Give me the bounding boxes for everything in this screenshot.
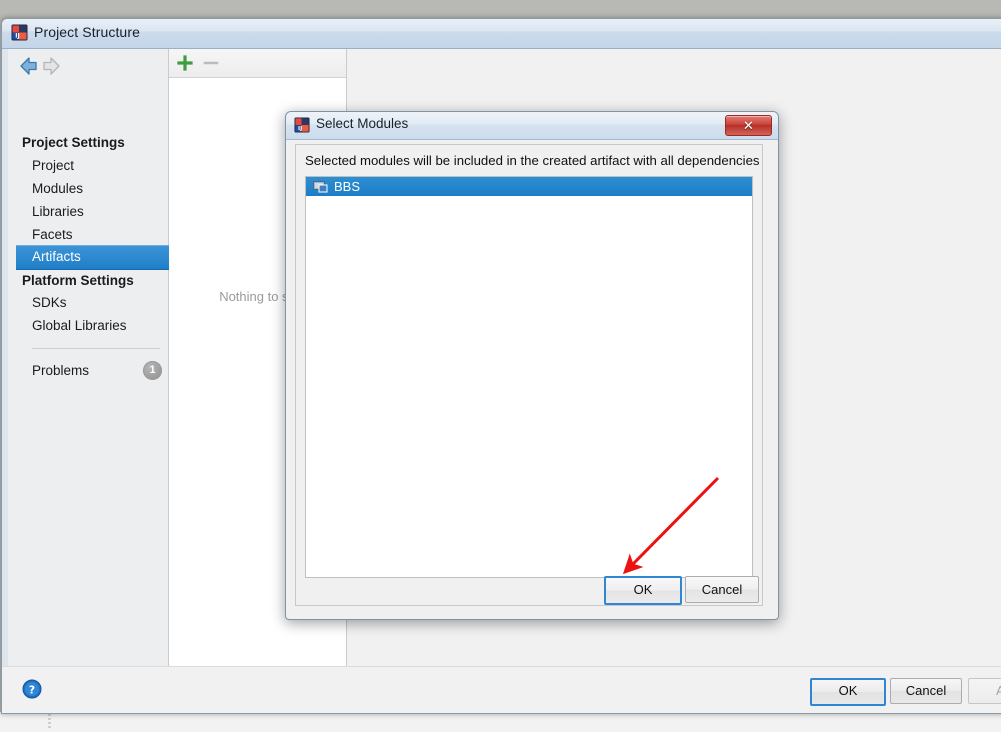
- cancel-button[interactable]: Cancel: [890, 678, 962, 704]
- sidebar-heading-project-settings: Project Settings: [22, 135, 125, 150]
- select-modules-dialog: IJ Select Modules ✕ Selected modules wil…: [285, 111, 779, 620]
- window-title: Project Structure: [34, 24, 140, 40]
- settings-sidebar: Project Settings Project Modules Librari…: [8, 49, 173, 667]
- dialog-description: Selected modules will be included in the…: [305, 153, 760, 168]
- module-icon: [313, 179, 328, 193]
- problems-count-badge: 1: [143, 361, 162, 380]
- svg-text:?: ?: [29, 684, 35, 697]
- plus-icon[interactable]: [175, 53, 197, 73]
- minus-icon: [201, 53, 223, 73]
- artifacts-toolbar: [169, 49, 346, 78]
- list-item[interactable]: BBS: [306, 177, 752, 196]
- dialog-cancel-button[interactable]: Cancel: [685, 576, 759, 603]
- window-button-bar: ? OK Cancel Ap: [2, 666, 1001, 713]
- sidebar-item-facets[interactable]: Facets: [32, 227, 73, 242]
- close-icon[interactable]: ✕: [725, 115, 772, 136]
- dialog-ok-button[interactable]: OK: [604, 576, 682, 605]
- intellij-idea-icon: IJ: [11, 24, 28, 41]
- close-glyph: ✕: [743, 118, 754, 133]
- sidebar-item-artifacts[interactable]: Artifacts: [16, 245, 173, 270]
- sidebar-item-artifacts-label: Artifacts: [32, 249, 81, 264]
- sidebar-item-project[interactable]: Project: [32, 158, 74, 173]
- sidebar-item-modules[interactable]: Modules: [32, 181, 83, 196]
- sidebar-item-libraries[interactable]: Libraries: [32, 204, 84, 219]
- sidebar-item-problems[interactable]: Problems 1: [32, 361, 168, 383]
- dialog-titlebar: IJ Select Modules ✕: [286, 112, 778, 140]
- navigation-row: [16, 54, 156, 80]
- sidebar-item-global-libraries[interactable]: Global Libraries: [32, 318, 127, 333]
- desktop-texture: [48, 714, 51, 730]
- modules-list[interactable]: BBS: [305, 176, 753, 578]
- sidebar-divider: [32, 348, 160, 349]
- sidebar-item-sdks[interactable]: SDKs: [32, 295, 67, 310]
- dialog-content: Selected modules will be included in the…: [295, 144, 763, 606]
- dialog-title: Select Modules: [316, 116, 409, 131]
- list-item-label: BBS: [334, 179, 361, 194]
- intellij-idea-icon: IJ: [294, 117, 310, 133]
- apply-button: Ap: [968, 678, 1001, 704]
- help-icon[interactable]: ?: [22, 679, 42, 699]
- ok-button[interactable]: OK: [810, 678, 886, 706]
- desktop-lower-area: [0, 712, 1001, 732]
- sidebar-heading-platform-settings: Platform Settings: [22, 273, 134, 288]
- svg-text:IJ: IJ: [15, 33, 19, 40]
- window-titlebar: IJ Project Structure: [2, 19, 1001, 49]
- sidebar-item-problems-label: Problems: [32, 363, 90, 378]
- svg-text:IJ: IJ: [298, 126, 302, 132]
- arrow-right-icon: [38, 54, 64, 78]
